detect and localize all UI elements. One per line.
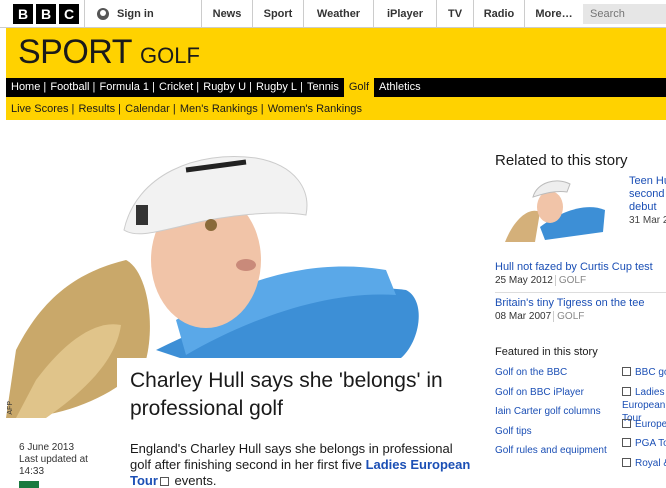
featured-heading: Featured in this story xyxy=(495,346,598,358)
related-item-title: Hull not fazed by Curtis Cup test xyxy=(495,261,653,273)
external-link-icon xyxy=(622,419,631,428)
sport-nav-item[interactable]: Rugby U xyxy=(196,78,251,97)
photo-credit: AFP xyxy=(7,401,14,415)
related-item-tag: GOLF xyxy=(554,275,587,286)
bbc-logo-letter: B xyxy=(36,4,56,24)
featured-external-label: BBC golf xyxy=(635,367,666,378)
article-intro: England's Charley Hull says she belongs … xyxy=(130,441,475,488)
featured-link[interactable]: Golf on BBC iPlayer xyxy=(495,386,620,399)
last-updated-label: Last updated at xyxy=(19,454,88,465)
sport-title[interactable]: SPORT xyxy=(18,33,133,72)
intro-text-end: events. xyxy=(170,473,217,488)
user-icon xyxy=(97,8,109,20)
external-link-icon xyxy=(622,367,631,376)
divider xyxy=(495,292,666,293)
external-link-icon xyxy=(159,477,169,486)
external-link-icon xyxy=(622,387,631,396)
subnav-item[interactable]: Men's Rankings xyxy=(173,103,263,115)
featured-external-link[interactable]: BBC golf xyxy=(622,366,666,379)
related-item[interactable]: Britain's tiny Tigress on the tee 08 Mar… xyxy=(495,297,666,322)
related-feature-date: 31 Mar 2013 xyxy=(629,215,666,226)
bbc-logo-letter: C xyxy=(59,4,79,24)
article-headline: Charley Hull says she 'belongs' in profe… xyxy=(130,369,443,420)
featured-external-label: European Tour xyxy=(635,419,666,430)
external-link-icon xyxy=(622,458,631,467)
related-heading: Related to this story xyxy=(495,152,628,169)
related-item[interactable]: Hull not fazed by Curtis Cup test 25 May… xyxy=(495,261,666,286)
sport-nav-item[interactable]: Home xyxy=(6,78,45,97)
featured-external-link[interactable]: PGA Tour xyxy=(622,437,666,450)
sign-in-link[interactable]: Sign in xyxy=(84,0,201,28)
featured-link[interactable]: Iain Carter golf columns xyxy=(495,405,620,418)
featured-link[interactable]: Golf tips xyxy=(495,425,620,438)
related-thumbnail-image xyxy=(505,180,605,242)
global-nav-news[interactable]: News xyxy=(201,0,252,28)
article-date: 6 June 2013 xyxy=(19,442,75,453)
section-title[interactable]: GOLF xyxy=(140,43,200,69)
featured-external-link[interactable]: European Tour xyxy=(622,418,666,431)
sport-masthead: SPORT GOLF xyxy=(6,28,666,78)
related-feature-title: Teen Hull second on debut xyxy=(629,175,666,213)
sport-nav-item[interactable]: Tennis xyxy=(300,78,344,97)
global-nav-sport[interactable]: Sport xyxy=(252,0,303,28)
sport-nav-item[interactable]: Athletics xyxy=(374,78,426,97)
featured-link[interactable]: Golf on the BBC xyxy=(495,366,620,379)
featured-link[interactable]: Golf rules and equipment xyxy=(495,444,620,457)
bbc-logo[interactable]: B B C xyxy=(13,4,79,24)
sign-in-label: Sign in xyxy=(117,8,154,20)
global-nav-more[interactable]: More… xyxy=(524,0,583,28)
headline-box: Charley Hull says she 'belongs' in profe… xyxy=(117,358,475,424)
bbc-logo-letter: B xyxy=(13,4,33,24)
subnav-item[interactable]: Results xyxy=(71,103,120,115)
related-item-title: Britain's tiny Tigress on the tee xyxy=(495,297,645,309)
sport-nav-item[interactable]: Football xyxy=(43,78,94,97)
sport-nav-item[interactable]: Formula 1 xyxy=(93,78,154,97)
share-icon[interactable] xyxy=(19,481,39,488)
related-item-date: 08 Mar 2007 xyxy=(495,311,552,322)
last-updated-time: 14:33 xyxy=(19,466,45,477)
related-feature-link[interactable]: Teen Hull second on debut 31 Mar 2013 xyxy=(629,175,666,227)
global-nav-tv[interactable]: TV xyxy=(436,0,473,28)
search-input[interactable] xyxy=(583,4,666,24)
golf-subnav: Live ScoresResultsCalendarMen's Rankings… xyxy=(6,97,666,120)
featured-external-label: PGA Tour xyxy=(635,438,666,449)
subnav-item[interactable]: Live Scores xyxy=(6,103,73,115)
global-nav-weather[interactable]: Weather xyxy=(303,0,373,28)
article-dateline: 6 June 2013 Last updated at 14:33 xyxy=(19,442,119,478)
sport-nav: HomeFootballFormula 1CricketRugby URugby… xyxy=(6,78,666,97)
global-nav-radio[interactable]: Radio xyxy=(473,0,524,28)
subnav-item[interactable]: Calendar xyxy=(118,103,175,115)
global-nav: News Sport Weather iPlayer TV Radio More… xyxy=(201,0,583,28)
subnav-item[interactable]: Women's Rankings xyxy=(261,103,367,115)
featured-external-link[interactable]: Royal & Ancient xyxy=(622,457,666,470)
featured-external-label: Royal & Ancient xyxy=(635,458,666,469)
sport-nav-item[interactable]: Cricket xyxy=(152,78,198,97)
sport-nav-item[interactable]: Golf xyxy=(343,78,375,97)
sport-nav-item[interactable]: Rugby L xyxy=(249,78,302,97)
related-item-tag: GOLF xyxy=(553,311,585,322)
bbc-global-bar: B B C Sign in News Sport Weather iPlayer TV R… xyxy=(0,0,666,28)
external-link-icon xyxy=(622,438,631,447)
global-nav-iplayer[interactable]: iPlayer xyxy=(373,0,436,28)
related-thumbnail[interactable] xyxy=(495,172,621,244)
related-item-date: 25 May 2012 xyxy=(495,275,553,286)
